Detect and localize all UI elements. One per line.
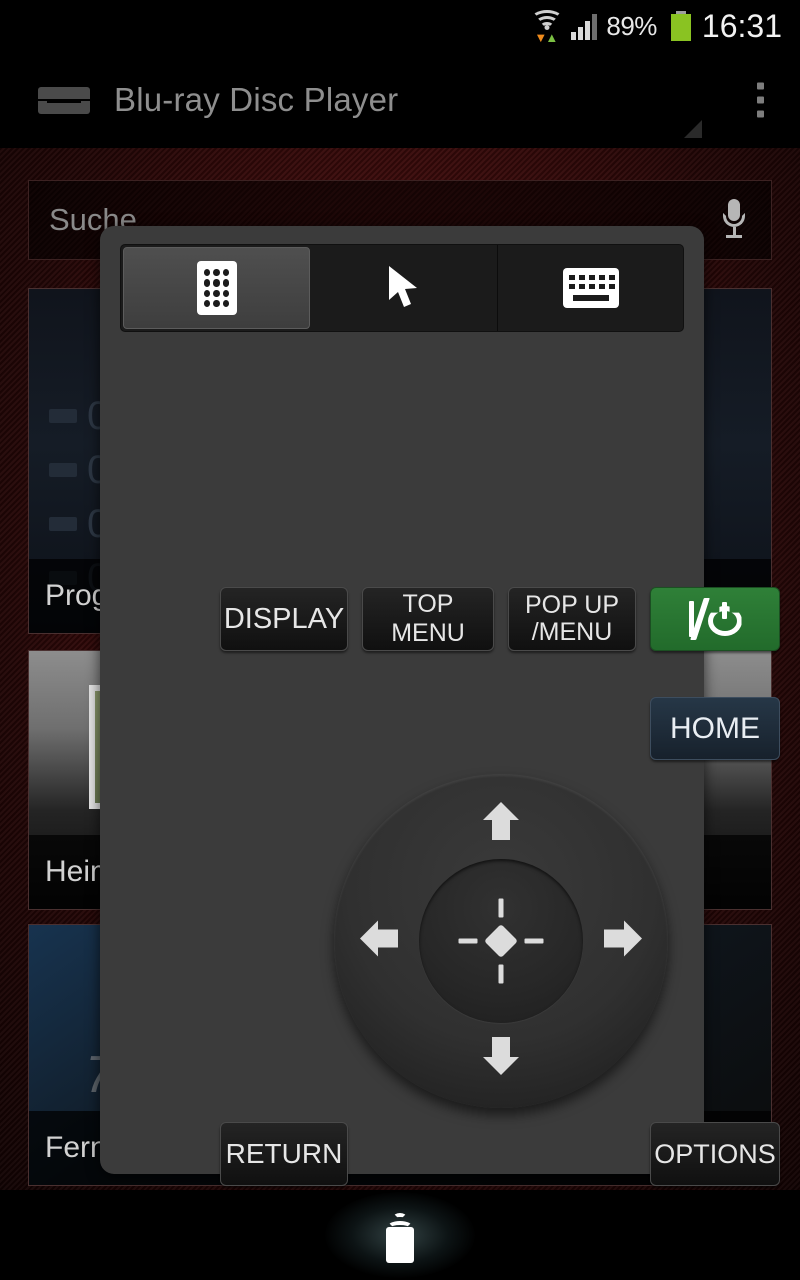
arrow-left-icon[interactable] [358, 916, 402, 967]
battery-icon [666, 11, 691, 41]
return-button[interactable]: RETURN [220, 1122, 348, 1186]
resize-corner-icon[interactable] [684, 120, 702, 138]
status-bar: ▼ ▲ 89% 16:31 [0, 0, 800, 52]
microphone-icon[interactable] [723, 199, 745, 241]
tab-keyboard[interactable] [498, 245, 683, 331]
remote-keypad-icon [196, 261, 237, 315]
arrow-right-icon[interactable] [600, 916, 644, 967]
tab-remote-keypad[interactable] [123, 247, 310, 329]
arrow-down-icon[interactable] [478, 1033, 524, 1082]
remote-control-panel: DISPLAY TOP MENU POP UP /MENU HOME RETUR… [100, 226, 780, 1186]
device-screen: ▼▲ 89% 16:31 Blu-ray Disc Player Suche [0, 0, 800, 1280]
cellular-signal-icon [571, 12, 598, 40]
pop-up-menu-button[interactable]: POP UP /MENU [508, 587, 636, 651]
home-button[interactable]: HOME [650, 697, 780, 760]
page-title: Blu-ray Disc Player [114, 81, 399, 118]
navigation-bar [0, 1190, 800, 1280]
power-button[interactable] [650, 587, 780, 651]
remote-control-nav-icon[interactable] [378, 1207, 422, 1263]
power-on-off-icon [688, 598, 742, 640]
center-dash-right [524, 938, 544, 944]
status-clock: 16:31 [701, 7, 782, 44]
overflow-menu-icon[interactable] [757, 82, 764, 118]
remote-mode-tabs [120, 244, 684, 332]
mouse-cursor-icon [385, 264, 425, 312]
wifi-icon: ▼ ▲ [531, 9, 564, 44]
enter-select-icon [484, 924, 518, 958]
center-dash-left [458, 938, 478, 944]
blu-ray-player-device-icon [38, 85, 90, 115]
display-button[interactable]: DISPLAY [220, 587, 348, 651]
options-button[interactable]: OPTIONS [650, 1122, 780, 1186]
keyboard-icon [562, 268, 619, 308]
center-dash-down [498, 964, 504, 984]
center-dash-up [498, 898, 504, 918]
dpad-center-button[interactable] [419, 859, 583, 1023]
dpad [334, 774, 668, 1108]
pop-up-menu-line1: POP UP [524, 591, 620, 619]
arrow-up-icon[interactable] [478, 800, 524, 849]
top-menu-button[interactable]: TOP MENU [362, 587, 494, 651]
action-bar: Blu-ray Disc Player [0, 52, 800, 148]
battery-percent-label: 89% [606, 10, 657, 41]
pop-up-menu-line2: /MENU [531, 618, 613, 646]
tab-cursor[interactable] [312, 245, 498, 331]
